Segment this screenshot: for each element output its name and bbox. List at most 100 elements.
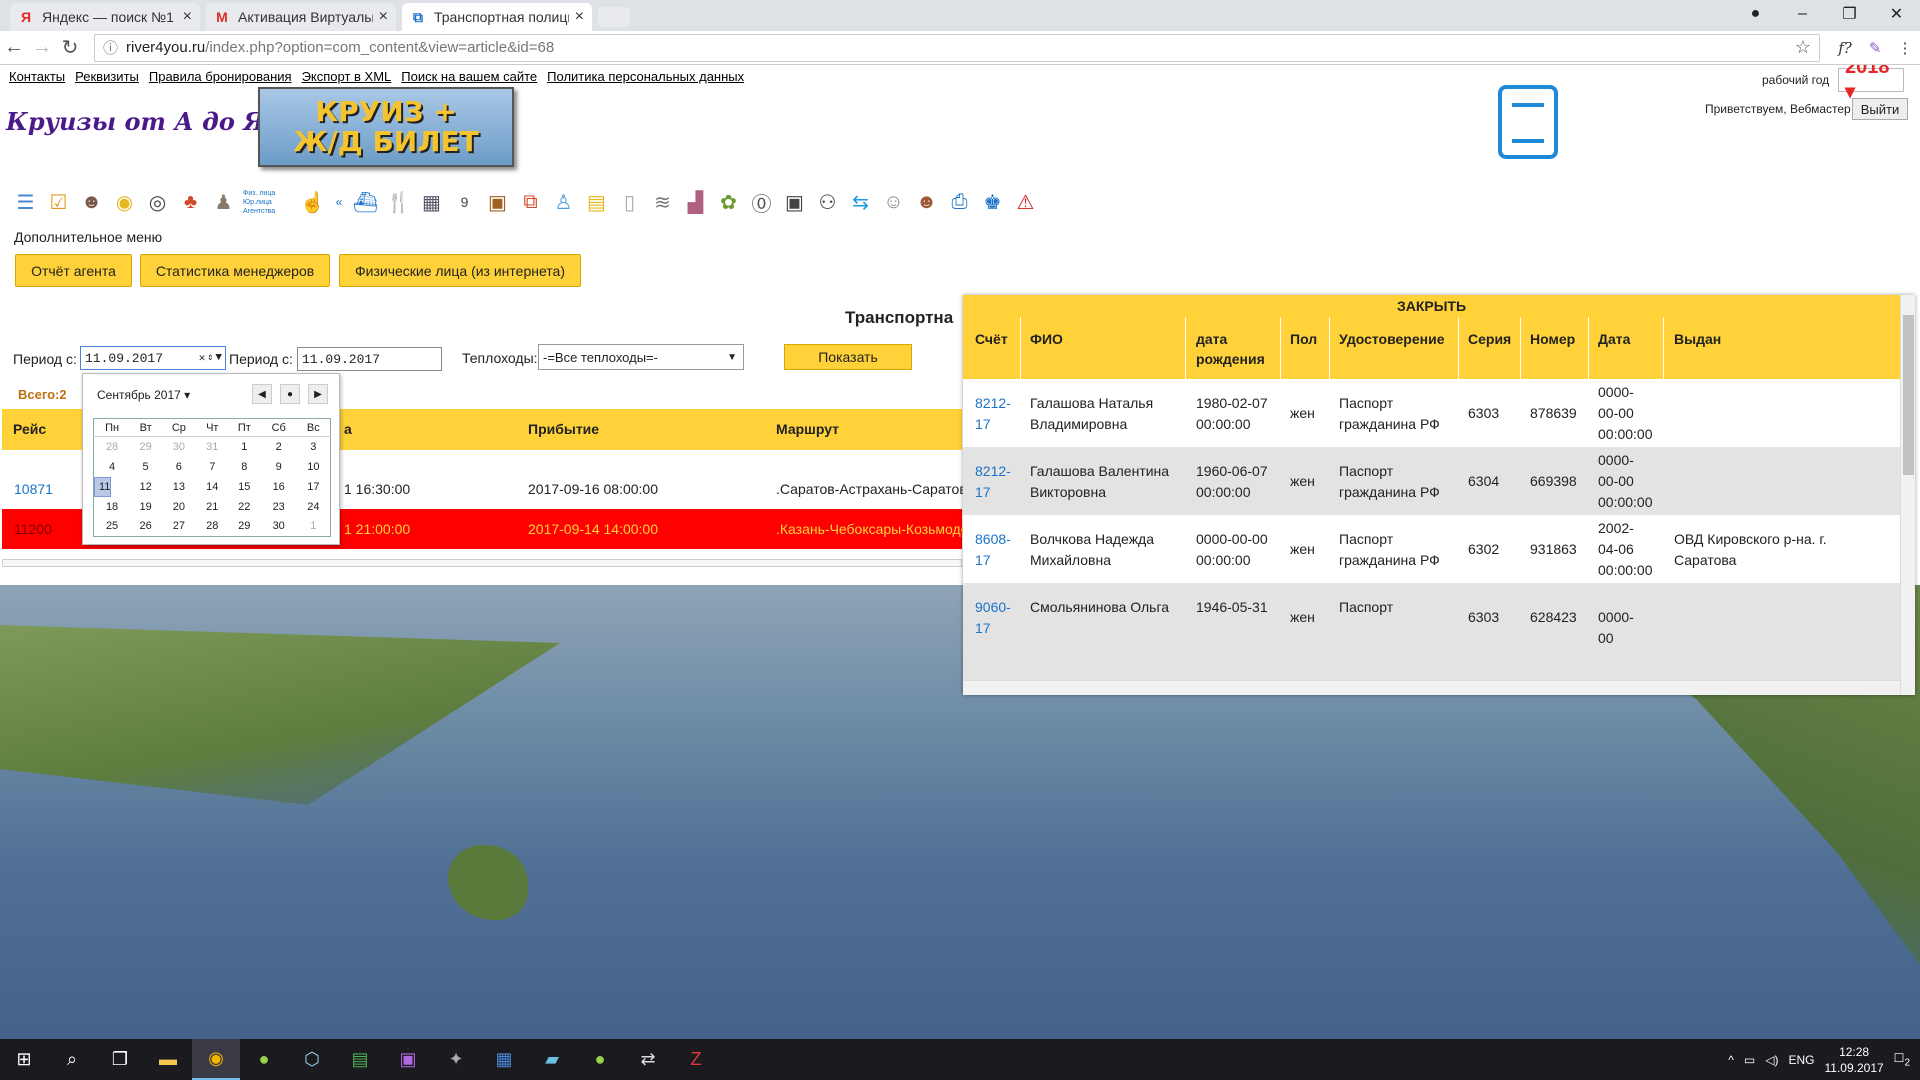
calendar-day[interactable]: 21 [197,497,228,517]
passenger-row[interactable]: 8212-17 Галашова Валентина Викторовна 19… [963,447,1900,515]
minimize-icon[interactable]: – [1779,5,1826,23]
table-scrollbar[interactable] [2,559,962,567]
account-link[interactable]: 8608-17 [975,529,1017,571]
tab-gmail[interactable]: M Активация Виртуальног × [206,3,396,31]
clear-date-icon[interactable]: ✕ [199,351,206,365]
calendar-day[interactable]: 25 [94,517,131,537]
calendar-day[interactable]: 26 [130,517,161,537]
maximize-icon[interactable]: ❐ [1826,4,1873,24]
tool-app-icon[interactable]: ✦ [432,1039,480,1080]
manager-icon[interactable]: ☻ [913,189,940,216]
cruise-rail-banner[interactable]: КРУИЗ + Ж/Д БИЛЕТ [258,87,514,167]
link-privacy-policy[interactable]: Политика персональных данных [547,69,744,84]
next-month-button[interactable]: ▶ [308,384,328,404]
phpstorm-icon[interactable]: ▣ [384,1039,432,1080]
calendar-day[interactable]: 19 [130,497,161,517]
calendar-day[interactable]: 9 [261,457,297,477]
close-icon[interactable]: × [575,8,584,26]
group-icon[interactable]: ♙ [550,189,577,216]
period-from-input[interactable]: 11.09.2017 ✕ ⇕ ▼ [80,346,226,370]
menu-icon[interactable]: ⋮ [1890,39,1920,57]
calendar-day[interactable]: 31 [197,437,228,457]
spin-icon[interactable]: ⇕ [207,352,213,364]
chart-icon[interactable]: ▟ [682,189,709,216]
individuals-internet-button[interactable]: Физические лица (из интернета) [339,254,581,287]
bookmark-star-icon[interactable]: ☆ [1795,37,1811,58]
forward-icon[interactable]: → [28,36,56,59]
calendar-day[interactable]: 24 [297,497,331,517]
legal-entities-legend[interactable]: Физ. лица Юр.лица Агентства [243,189,293,216]
file-explorer-icon[interactable]: ▬ [144,1039,192,1080]
calendar-day[interactable]: 4 [94,457,131,477]
calendar-day[interactable]: 16 [261,477,297,497]
trip-link[interactable]: 10871 [14,481,53,497]
work-year-select[interactable]: 2018 ▾ [1838,65,1904,103]
calendar-day[interactable]: 13 [161,477,197,497]
calendar-day[interactable]: 12 [130,477,161,497]
hs-app-2-icon[interactable]: ● [576,1039,624,1080]
robot-icon[interactable]: ☺ [880,189,907,216]
tray-chevron-icon[interactable]: ^ [1728,1053,1734,1067]
hs-app-icon[interactable]: ● [240,1039,288,1080]
calendar-day[interactable]: 5 [130,457,161,477]
ship-icon[interactable]: ⛴ [352,189,379,216]
people-icon[interactable]: ♟ [210,189,237,216]
close-popup-button[interactable]: ЗАКРЫТЬ [963,295,1900,317]
notifications-icon[interactable]: ☐2 [1894,1051,1910,1068]
exchange-icon[interactable]: ⇆ [847,189,874,216]
calendar-month-select[interactable]: Сентябрь 2017 ▾ [97,388,190,402]
link-export-xml[interactable]: Экспорт в XML [302,69,392,84]
reload-icon[interactable]: ↻ [56,35,84,60]
period-to-input[interactable]: 11.09.2017 [297,347,442,371]
calendar-day[interactable]: 28 [197,517,228,537]
calendar-day[interactable]: 30 [261,517,297,537]
mascot-icon[interactable]: ♣ [177,189,204,216]
search-icon[interactable]: ⌕ [48,1039,96,1080]
calendar-day[interactable]: 10 [297,457,331,477]
passenger-row[interactable]: 8608-17 Волчкова Надежда Михайловна 0000… [963,515,1900,583]
volume-icon[interactable]: ◁) [1765,1053,1778,1067]
info-icon[interactable]: ⓘ [103,37,118,58]
prev-month-button[interactable]: ◀ [252,384,272,404]
close-window-icon[interactable]: ✕ [1873,4,1920,24]
team-icon[interactable]: ♚ [979,189,1006,216]
calendar-day[interactable]: 7 [197,457,228,477]
popup-vertical-scrollbar[interactable] [1900,295,1915,695]
today-button[interactable]: ● [280,384,300,404]
scrollbar-thumb[interactable] [1903,315,1914,475]
address-bar[interactable]: ⓘ river4you.ru /index.php?option=com_con… [94,33,1820,62]
tickets-icon[interactable]: ≋ [649,189,676,216]
task-view-icon[interactable]: ❐ [96,1039,144,1080]
link-site-search[interactable]: Поиск на вашем сайте [401,69,537,84]
calendar-day[interactable]: 23 [261,497,297,517]
agent-report-button[interactable]: Отчёт агента [15,254,132,287]
document-icon[interactable]: ▤ [583,189,610,216]
pen-extension-icon[interactable]: ✎ [1860,39,1890,57]
manager-stats-button[interactable]: Статистика менеджеров [140,254,330,287]
growth-icon[interactable]: ✿ [715,189,742,216]
calendar-day-selected[interactable]: 11 [94,476,112,497]
calendar-day[interactable]: 30 [161,437,197,457]
calendar-day[interactable]: 1 [297,517,331,537]
globe-icon[interactable]: ◎ [144,189,171,216]
link-contacts[interactable]: Контакты [9,69,65,84]
calendar-day[interactable]: 27 [161,517,197,537]
calendar-dropdown-icon[interactable]: ▼ [215,352,222,364]
portrait-icon[interactable]: ▣ [781,189,808,216]
hand-icon[interactable]: ☝ [299,189,326,216]
close-icon[interactable]: × [183,8,192,26]
calendar-day[interactable]: 14 [197,477,228,497]
user-icon[interactable]: ☻ [78,189,105,216]
formula-extension-icon[interactable]: f? [1830,39,1860,57]
link-booking-rules[interactable]: Правила бронирования [149,69,292,84]
link-requisites[interactable]: Реквизиты [75,69,139,84]
warning-icon[interactable]: ⚠ [1012,189,1039,216]
printer-icon[interactable]: ⎙ [946,189,973,216]
calendar-day[interactable]: 29 [228,517,261,537]
tab-transport-police[interactable]: ⧉ Транспортная полиция × [402,3,592,31]
filezilla-icon[interactable]: Z [672,1039,720,1080]
double-chevron-icon[interactable]: « [332,189,346,216]
checklist-icon[interactable]: ☑ [45,189,72,216]
chrome-icon[interactable]: ◉ [192,1039,240,1080]
editor-app-icon[interactable]: ▰ [528,1039,576,1080]
